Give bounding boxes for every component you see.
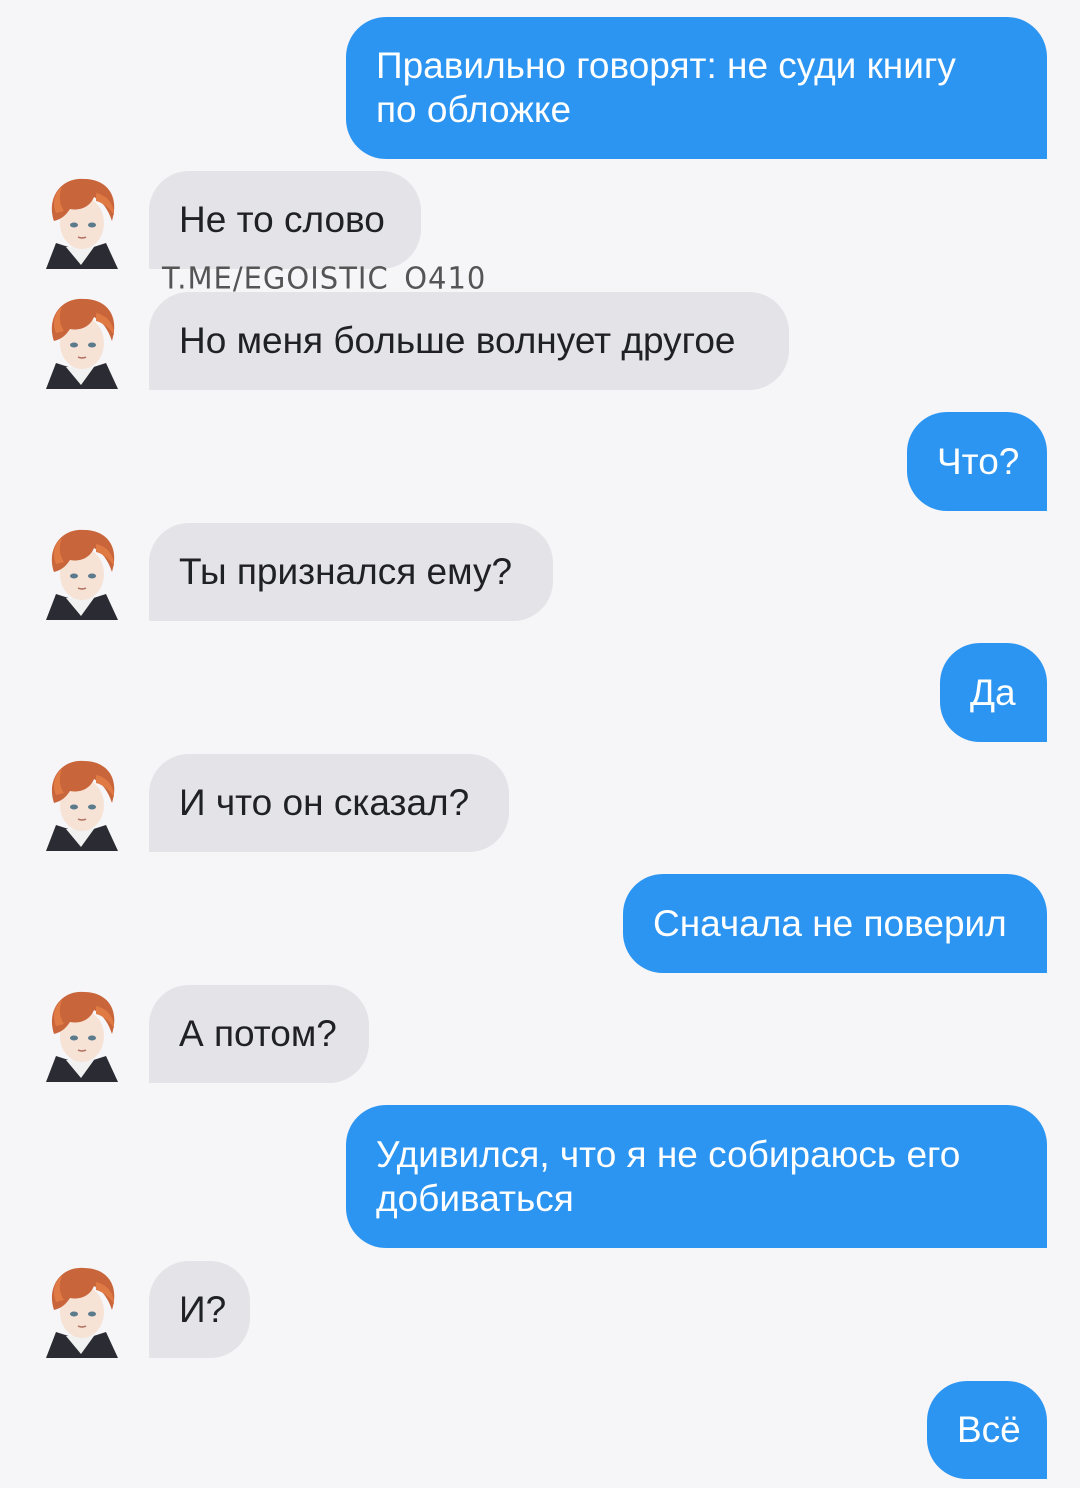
message-text: Сначала не поверил — [653, 902, 1007, 944]
message-text: Да — [970, 671, 1016, 713]
avatar-icon[interactable] — [36, 293, 126, 389]
message-bubble-incoming[interactable]: Не то слово — [149, 171, 421, 269]
message-text: Не то слово — [179, 199, 385, 240]
message-text: Ты признался ему? — [179, 551, 513, 592]
message-bubble-outgoing[interactable]: Правильно говорят: не суди книгу по обло… — [346, 17, 1047, 159]
avatar-icon[interactable] — [36, 1262, 126, 1358]
message-text: Всё — [957, 1409, 1021, 1450]
message-text: Но меня больше волнует другое — [179, 320, 736, 361]
message-bubble-incoming[interactable]: И? — [149, 1261, 250, 1358]
avatar-icon[interactable] — [36, 524, 126, 620]
avatar-icon[interactable] — [36, 755, 126, 851]
watermark: T.ME/EGOISTIC_O410 — [162, 260, 487, 296]
message-bubble-incoming[interactable]: А потом? — [149, 985, 369, 1083]
message-bubble-incoming[interactable]: И что он сказал? — [149, 754, 509, 852]
message-text: Удивился, что я не собираюсь его добиват… — [376, 1133, 961, 1219]
message-text: А потом? — [179, 1013, 337, 1054]
message-bubble-outgoing[interactable]: Что? — [907, 412, 1047, 511]
message-text: Правильно говорят: не суди книгу по обло… — [376, 45, 956, 130]
message-bubble-outgoing[interactable]: Всё — [927, 1381, 1047, 1479]
message-text: Что? — [937, 440, 1020, 482]
avatar-icon[interactable] — [36, 173, 126, 269]
message-bubble-outgoing[interactable]: Сначала не поверил — [623, 874, 1047, 973]
avatar-icon[interactable] — [36, 986, 126, 1082]
message-text: И что он сказал? — [179, 782, 470, 823]
message-bubble-incoming[interactable]: Ты признался ему? — [149, 523, 553, 621]
message-bubble-outgoing[interactable]: Удивился, что я не собираюсь его добиват… — [346, 1105, 1047, 1248]
message-bubble-outgoing[interactable]: Да — [940, 643, 1047, 742]
message-text: И? — [179, 1288, 227, 1330]
message-bubble-incoming[interactable]: Но меня больше волнует другое — [149, 292, 789, 390]
